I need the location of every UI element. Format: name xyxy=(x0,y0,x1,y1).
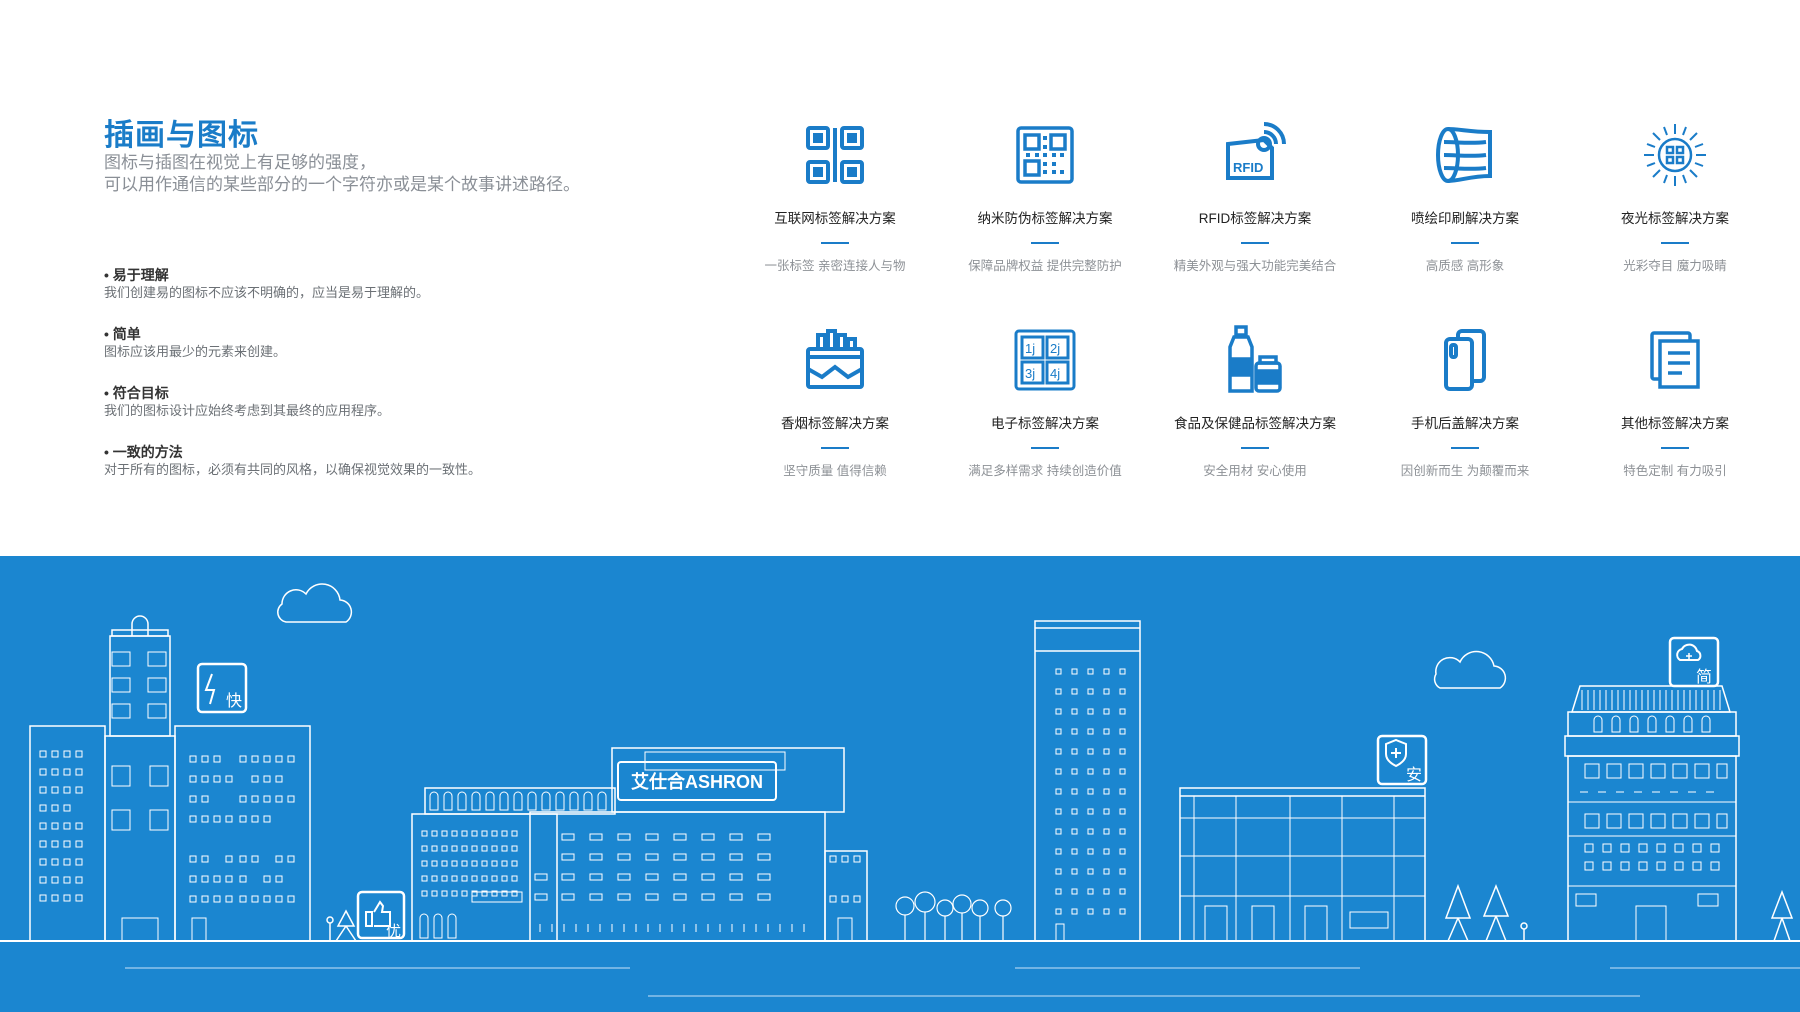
solution-card-print[interactable]: 喷绘印刷解决方案 高质感 高形象 xyxy=(1360,120,1570,274)
solution-tagline: 满足多样需求 持续创造价值 xyxy=(968,464,1122,478)
solution-name: 手机后盖解决方案 xyxy=(1411,416,1519,431)
documents-icon xyxy=(1650,331,1700,389)
principle-title: 简单 xyxy=(104,325,664,343)
intro-text: 图标与插图在视觉上有足够的强度， 可以用作通信的某些部分的一个字符亦或是某个故事… xyxy=(104,152,580,196)
left-buildings: 快 xyxy=(29,583,357,942)
solution-tagline: 特色定制 有力吸引 xyxy=(1623,464,1727,478)
rfid-icon: RFID xyxy=(1226,122,1286,180)
solution-name: 互联网标签解决方案 xyxy=(774,211,896,226)
glow-icon xyxy=(1644,124,1706,186)
solution-card-rfid[interactable]: RFID RFID标签解决方案 精美外观与强大功能完美结合 xyxy=(1150,120,1360,274)
solution-card-glow[interactable]: 夜光标签解决方案 光彩夺目 魔力吸睛 xyxy=(1570,120,1780,274)
accent-divider xyxy=(1451,447,1479,449)
solution-name: 夜光标签解决方案 xyxy=(1621,211,1729,226)
principle-desc: 我们的图标设计应始终考虑到其最终的应用程序。 xyxy=(104,403,391,418)
accent-divider xyxy=(1031,242,1059,244)
solution-card-cigarette[interactable]: 香烟标签解决方案 坚守质量 值得信赖 xyxy=(730,325,940,479)
solution-name: 食品及保健品标签解决方案 xyxy=(1174,416,1336,431)
solution-tagline: 因创新而生 为颠覆而来 xyxy=(1400,464,1530,478)
principle-desc: 对于所有的图标，必须有共同的风格，以确保视觉效果的一致性。 xyxy=(104,462,482,477)
solution-tagline: 精美外观与强大功能完美结合 xyxy=(1173,259,1337,273)
solutions-grid: 互联网标签解决方案 一张标签 亲密连接人与物 纳米防伪标签解决方案 保障品牌权益… xyxy=(730,120,1780,500)
accent-divider xyxy=(1241,242,1269,244)
intro-line: 图标与插图在视觉上有足够的强度， xyxy=(104,153,376,172)
solution-card-electronic[interactable]: 1j 2j 3j 4j 电子标签解决方案 满足多样需求 持续创造价值 xyxy=(940,325,1150,479)
classical-building: 简 xyxy=(1564,636,1740,942)
svg-text:1j: 1j xyxy=(1025,341,1035,356)
svg-text:4j: 4j xyxy=(1050,366,1060,381)
cigarette-pack-icon xyxy=(806,329,864,389)
solution-tagline: 光彩夺目 魔力吸睛 xyxy=(1623,259,1727,273)
cloud-icon xyxy=(277,583,353,623)
svg-text:快: 快 xyxy=(226,692,242,710)
svg-text:简: 简 xyxy=(1696,668,1712,686)
solution-tagline: 高质感 高形象 xyxy=(1425,259,1505,273)
accent-divider xyxy=(1031,447,1059,449)
svg-text:2j: 2j xyxy=(1050,341,1060,356)
solution-card-phone[interactable]: 手机后盖解决方案 因创新而生 为颠覆而来 xyxy=(1360,325,1570,479)
solution-card-internet[interactable]: 互联网标签解决方案 一张标签 亲密连接人与物 xyxy=(730,120,940,274)
accent-divider xyxy=(1661,242,1689,244)
accent-divider xyxy=(1241,447,1269,449)
print-roll-icon xyxy=(1436,127,1492,183)
svg-text:RFID: RFID xyxy=(1233,160,1263,175)
principle-item: 简单 图标应该用最少的元素来创建。 xyxy=(104,325,664,361)
tree-row xyxy=(895,891,1012,941)
accent-divider xyxy=(1451,242,1479,244)
badge-best-icon: 优 xyxy=(356,890,406,940)
page-title: 插画与图标 xyxy=(104,119,259,152)
solution-tagline: 保障品牌权益 提供完整防护 xyxy=(968,259,1122,273)
badge-fast-icon: 快 xyxy=(196,662,248,714)
ashron-headquarters: 艾仕合ASHRON xyxy=(411,747,868,942)
svg-text:艾仕合ASHRON: 艾仕合ASHRON xyxy=(631,771,763,792)
badge-safe-icon: 安 xyxy=(1376,734,1428,786)
electronic-label-icon: 1j 2j 3j 4j xyxy=(1014,329,1076,391)
principle-item: 易于理解 我们创建易的图标不应该不明确的，应当是易于理解的。 xyxy=(104,266,664,302)
tall-tower xyxy=(1034,620,1141,942)
cloud-icon xyxy=(1433,650,1507,689)
intro-line: 可以用作通信的某些部分的一个字符亦或是某个故事讲述路径。 xyxy=(104,175,580,194)
solution-tagline: 安全用材 安心使用 xyxy=(1203,464,1307,478)
accent-divider xyxy=(821,242,849,244)
glass-building: 安 xyxy=(1179,734,1794,942)
solution-name: 纳米防伪标签解决方案 xyxy=(977,211,1113,226)
accent-divider xyxy=(1661,447,1689,449)
svg-text:优: 优 xyxy=(386,923,401,940)
nano-anti-counterfeit-icon xyxy=(1016,126,1074,184)
phone-cover-icon xyxy=(1444,329,1486,391)
principle-desc: 我们创建易的图标不应该不明确的，应当是易于理解的。 xyxy=(104,285,430,300)
badge-simple-icon: 简 xyxy=(1668,636,1720,688)
city-illustration: 快 优 艾仕合ASHRON 安 简 xyxy=(0,583,1800,997)
principle-title: 符合目标 xyxy=(104,384,664,402)
solution-tagline: 坚守质量 值得信赖 xyxy=(783,464,887,478)
principle-title: 易于理解 xyxy=(104,266,664,284)
svg-text:安: 安 xyxy=(1406,766,1422,784)
principle-item: 一致的方法 对于所有的图标，必须有共同的风格，以确保视觉效果的一致性。 xyxy=(104,443,664,479)
solution-name: 电子标签解决方案 xyxy=(991,416,1099,431)
solution-card-food[interactable]: 食品及保健品标签解决方案 安全用材 安心使用 xyxy=(1150,325,1360,479)
solution-tagline: 一张标签 亲密连接人与物 xyxy=(764,259,906,273)
principles-list: 易于理解 我们创建易的图标不应该不明确的，应当是易于理解的。 简单 图标应该用最… xyxy=(104,266,664,502)
city-skyline-banner: 快 优 艾仕合ASHRON 安 简 xyxy=(0,556,1800,1012)
solution-card-other[interactable]: 其他标签解决方案 特色定制 有力吸引 xyxy=(1570,325,1780,479)
solution-name: 其他标签解决方案 xyxy=(1621,416,1729,431)
principle-desc: 图标应该用最少的元素来创建。 xyxy=(104,344,287,359)
svg-text:3j: 3j xyxy=(1025,366,1035,381)
solution-name: 喷绘印刷解决方案 xyxy=(1411,211,1519,226)
bottles-icon xyxy=(1228,325,1282,393)
solution-name: 香烟标签解决方案 xyxy=(781,416,889,431)
accent-divider xyxy=(821,447,849,449)
qr-code-icon xyxy=(806,126,864,184)
principle-title: 一致的方法 xyxy=(104,443,664,461)
principle-item: 符合目标 我们的图标设计应始终考虑到其最终的应用程序。 xyxy=(104,384,664,420)
solution-card-nano[interactable]: 纳米防伪标签解决方案 保障品牌权益 提供完整防护 xyxy=(940,120,1150,274)
solution-name: RFID标签解决方案 xyxy=(1198,211,1312,226)
